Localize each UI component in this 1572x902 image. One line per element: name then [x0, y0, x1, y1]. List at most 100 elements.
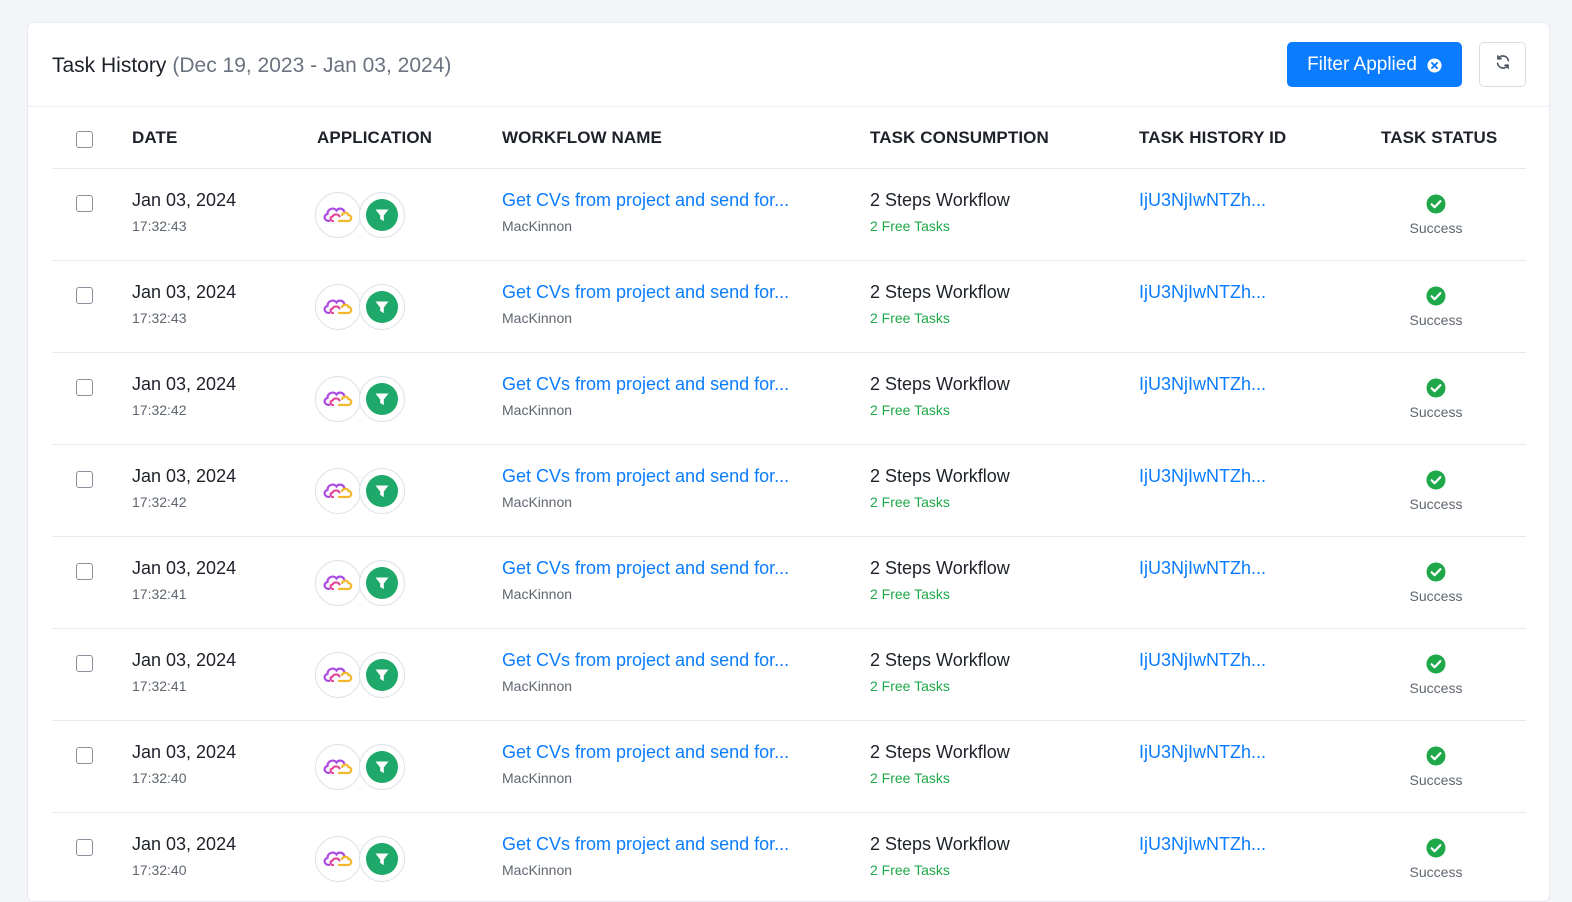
- filter-app-icon: [359, 468, 405, 514]
- workflow-owner: MacKinnon: [502, 586, 573, 602]
- check-circle-icon: [1426, 838, 1446, 858]
- workflow-name-link[interactable]: Get CVs from project and send for...: [502, 650, 789, 671]
- task-history-id-link[interactable]: IjU3NjIwNTZh...: [1139, 742, 1266, 763]
- free-tasks: 2 Free Tasks: [870, 862, 950, 878]
- table-row[interactable]: Jan 03, 2024 17:32:42 Get CVs from project…: [52, 445, 1526, 537]
- row-date: Jan 03, 2024: [132, 466, 237, 486]
- free-tasks: 2 Free Tasks: [870, 678, 950, 694]
- task-history-card: Task History (Dec 19, 2023 - Jan 03, 2024…: [27, 22, 1550, 902]
- row-time: 17:32:42: [132, 494, 187, 510]
- filter-app-icon: [359, 652, 405, 698]
- column-header-workflow-name: WORKFLOW NAME: [502, 128, 662, 147]
- check-circle-icon: [1426, 654, 1446, 674]
- table-row[interactable]: Jan 03, 2024 17:32:43 Get CVs from project…: [52, 261, 1526, 353]
- row-time: 17:32:42: [132, 402, 187, 418]
- table-row[interactable]: Jan 03, 2024 17:32:43 Get CVs from project…: [52, 169, 1526, 261]
- refresh-button[interactable]: [1479, 42, 1526, 87]
- workflow-owner: MacKinnon: [502, 494, 573, 510]
- cloud-app-icon: [315, 192, 361, 238]
- row-date: Jan 03, 2024: [132, 558, 237, 578]
- workflow-owner: MacKinnon: [502, 862, 573, 878]
- task-steps: 2 Steps Workflow: [870, 190, 1010, 210]
- workflow-owner: MacKinnon: [502, 218, 573, 234]
- workflow-name-link[interactable]: Get CVs from project and send for...: [502, 466, 789, 487]
- column-header-date: DATE: [132, 128, 178, 147]
- row-checkbox[interactable]: [76, 195, 93, 212]
- task-steps: 2 Steps Workflow: [870, 742, 1010, 762]
- task-steps: 2 Steps Workflow: [870, 466, 1010, 486]
- table-body: Jan 03, 2024 17:32:43 Get CVs from project…: [52, 169, 1526, 901]
- workflow-name-link[interactable]: Get CVs from project and send for...: [502, 834, 789, 855]
- row-time: 17:32:41: [132, 586, 187, 602]
- workflow-owner: MacKinnon: [502, 310, 573, 326]
- task-history-id-link[interactable]: IjU3NjIwNTZh...: [1139, 282, 1266, 303]
- workflow-name-link[interactable]: Get CVs from project and send for...: [502, 742, 789, 763]
- task-history-id-link[interactable]: IjU3NjIwNTZh...: [1139, 466, 1266, 487]
- table-row[interactable]: Jan 03, 2024 17:32:41 Get CVs from project…: [52, 537, 1526, 629]
- task-history-id-link[interactable]: IjU3NjIwNTZh...: [1139, 650, 1266, 671]
- table-row[interactable]: Jan 03, 2024 17:32:41 Get CVs from project…: [52, 629, 1526, 721]
- task-history-id-link[interactable]: IjU3NjIwNTZh...: [1139, 558, 1266, 579]
- workflow-name-link[interactable]: Get CVs from project and send for...: [502, 282, 789, 303]
- status-text: Success: [1409, 864, 1463, 880]
- row-checkbox[interactable]: [76, 839, 93, 856]
- filter-app-icon: [359, 284, 405, 330]
- row-time: 17:32:40: [132, 862, 187, 878]
- column-header-task-history-id: TASK HISTORY ID: [1139, 128, 1287, 147]
- check-circle-icon: [1426, 470, 1446, 490]
- row-date: Jan 03, 2024: [132, 650, 237, 670]
- title-text: Task History: [52, 54, 167, 77]
- workflow-owner: MacKinnon: [502, 678, 573, 694]
- row-checkbox[interactable]: [76, 563, 93, 580]
- row-checkbox[interactable]: [76, 655, 93, 672]
- row-checkbox[interactable]: [76, 471, 93, 488]
- refresh-icon: [1494, 53, 1512, 76]
- workflow-name-link[interactable]: Get CVs from project and send for...: [502, 374, 789, 395]
- cloud-app-icon: [315, 376, 361, 422]
- free-tasks: 2 Free Tasks: [870, 402, 950, 418]
- task-steps: 2 Steps Workflow: [870, 650, 1010, 670]
- status-text: Success: [1409, 588, 1463, 604]
- table-row[interactable]: Jan 03, 2024 17:32:42 Get CVs from project…: [52, 353, 1526, 445]
- free-tasks: 2 Free Tasks: [870, 494, 950, 510]
- table-header: DATE APPLICATION WORKFLOW NAME TASK CONS…: [52, 107, 1526, 169]
- free-tasks: 2 Free Tasks: [870, 770, 950, 786]
- row-checkbox[interactable]: [76, 379, 93, 396]
- page-title: Task History (Dec 19, 2023 - Jan 03, 2024…: [52, 52, 451, 80]
- cloud-app-icon: [315, 836, 361, 882]
- workflow-name-link[interactable]: Get CVs from project and send for...: [502, 190, 789, 211]
- table-row[interactable]: Jan 03, 2024 17:32:40 Get CVs from project…: [52, 813, 1526, 901]
- task-steps: 2 Steps Workflow: [870, 834, 1010, 854]
- task-steps: 2 Steps Workflow: [870, 374, 1010, 394]
- column-header-task-status: TASK STATUS: [1381, 128, 1498, 147]
- task-history-id-link[interactable]: IjU3NjIwNTZh...: [1139, 374, 1266, 395]
- task-steps: 2 Steps Workflow: [870, 558, 1010, 578]
- row-date: Jan 03, 2024: [132, 374, 237, 394]
- cloud-app-icon: [315, 560, 361, 606]
- filter-applied-button[interactable]: Filter Applied: [1287, 42, 1462, 87]
- filter-app-icon: [359, 376, 405, 422]
- cloud-app-icon: [315, 652, 361, 698]
- cloud-app-icon: [315, 468, 361, 514]
- row-time: 17:32:40: [132, 770, 187, 786]
- row-date: Jan 03, 2024: [132, 834, 237, 854]
- filter-app-icon: [359, 744, 405, 790]
- select-all-checkbox[interactable]: [76, 131, 93, 148]
- filter-app-icon: [359, 836, 405, 882]
- table-row[interactable]: Jan 03, 2024 17:32:40 Get CVs from project…: [52, 721, 1526, 813]
- row-date: Jan 03, 2024: [132, 282, 237, 302]
- filter-app-icon: [359, 192, 405, 238]
- status-text: Success: [1409, 312, 1463, 328]
- close-circle-icon[interactable]: [1427, 57, 1442, 73]
- check-circle-icon: [1426, 562, 1446, 582]
- task-steps: 2 Steps Workflow: [870, 282, 1010, 302]
- row-checkbox[interactable]: [76, 287, 93, 304]
- card-header: Task History (Dec 19, 2023 - Jan 03, 2024…: [28, 23, 1549, 107]
- task-history-id-link[interactable]: IjU3NjIwNTZh...: [1139, 190, 1266, 211]
- row-time: 17:32:43: [132, 218, 187, 234]
- free-tasks: 2 Free Tasks: [870, 586, 950, 602]
- task-history-id-link[interactable]: IjU3NjIwNTZh...: [1139, 834, 1266, 855]
- workflow-name-link[interactable]: Get CVs from project and send for...: [502, 558, 789, 579]
- row-time: 17:32:41: [132, 678, 187, 694]
- row-checkbox[interactable]: [76, 747, 93, 764]
